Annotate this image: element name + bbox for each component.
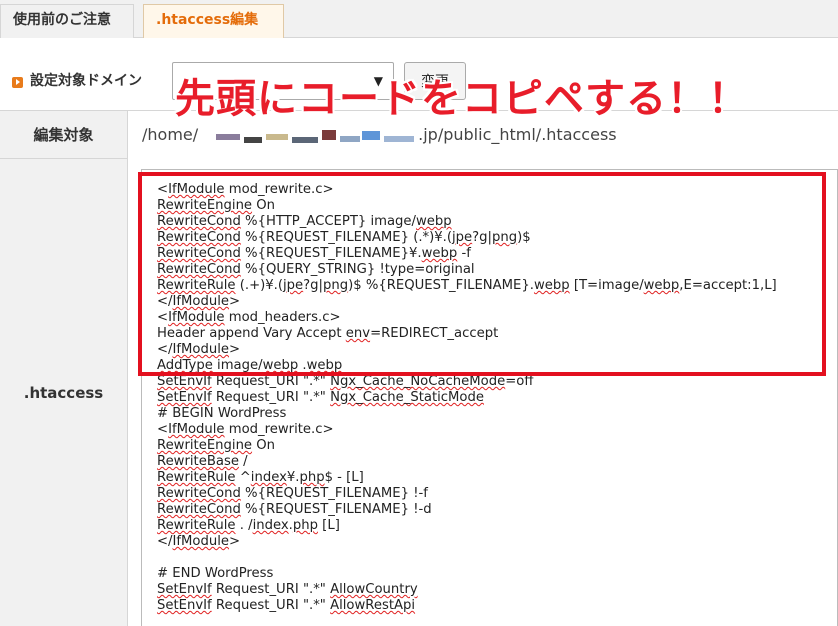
file-path-suffix: .jp/public_html/.htaccess — [418, 125, 617, 144]
code-line: SetEnvIf Request_URI ".*" Ngx_Cache_NoCa… — [157, 374, 534, 389]
play-arrow-icon — [12, 77, 23, 88]
code-line: # BEGIN WordPress — [157, 406, 287, 421]
domain-label: 設定対象ドメイン — [30, 73, 142, 89]
code-line: RewriteRule ^index¥.php$ - [L] — [157, 470, 364, 485]
code-line: </IfModule> — [157, 534, 241, 549]
tab-precautions[interactable]: 使用前のご注意 — [0, 4, 134, 38]
file-path: /home/ .jp/public_html/.htaccess — [142, 125, 617, 144]
code-line: RewriteRule . /index.php [L] — [157, 518, 340, 533]
code-line: RewriteCond %{REQUEST_FILENAME} !-d — [157, 502, 432, 517]
code-line: # END WordPress — [157, 566, 274, 581]
highlight-box — [138, 172, 826, 376]
code-line: SetEnvIf Request_URI ".*" AllowCountry — [157, 582, 418, 597]
code-line: RewriteCond %{REQUEST_FILENAME} !-f — [157, 486, 428, 501]
code-line: SetEnvIf Request_URI ".*" Ngx_Cache_Stat… — [157, 390, 484, 405]
redacted-domain — [198, 128, 418, 144]
tab-bar: 使用前のご注意 .htaccess編集 — [0, 0, 838, 38]
code-line: <IfModule mod_rewrite.c> — [157, 422, 334, 437]
code-line: SetEnvIf Request_URI ".*" AllowRestApi — [157, 598, 416, 613]
code-line: RewriteBase / — [157, 454, 248, 469]
htaccess-label: .htaccess — [0, 159, 128, 626]
tab-htaccess-edit[interactable]: .htaccess編集 — [143, 4, 284, 38]
code-line: RewriteEngine On — [157, 438, 275, 453]
annotation-text: 先頭にコードをコピペする！！ — [175, 76, 749, 122]
edit-target-label: 編集対象 — [0, 111, 128, 159]
file-path-prefix: /home/ — [142, 125, 199, 144]
